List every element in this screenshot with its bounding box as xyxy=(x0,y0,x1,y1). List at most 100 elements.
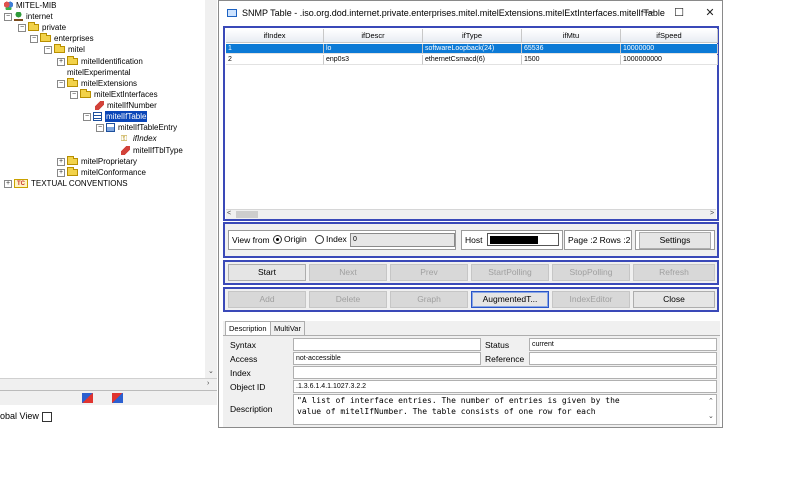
table-horizontal-scrollbar[interactable]: < > xyxy=(226,209,716,219)
host-input[interactable] xyxy=(487,233,559,246)
expand-icon[interactable]: + xyxy=(57,157,65,166)
scrollbar-thumb[interactable] xyxy=(236,211,258,218)
start-button[interactable]: Start xyxy=(228,264,306,281)
folder-icon xyxy=(67,56,78,65)
tree-node-mitel[interactable]: − mitel xyxy=(44,44,85,55)
index-value xyxy=(293,366,717,379)
collapse-icon[interactable]: − xyxy=(30,34,38,43)
index-radio[interactable]: Index xyxy=(315,234,347,245)
table-row[interactable]: 1 lo softwareLoopback(24) 65536 10000000 xyxy=(226,44,718,54)
cell-ifspeed[interactable]: 10000000 xyxy=(621,44,718,54)
tree-node-mitel-mib[interactable]: MITEL-MIB xyxy=(4,0,56,11)
cell-ifindex[interactable]: 2 xyxy=(226,55,324,65)
tree-node-mitelproprietary[interactable]: + mitelProprietary xyxy=(57,156,137,167)
tree-node-mitelextinterfaces[interactable]: − mitelExtInterfaces xyxy=(70,89,158,100)
maximize-button[interactable]: ☐ xyxy=(669,6,689,19)
tree-node-miteliftableentry[interactable]: − mitelIfTableEntry xyxy=(96,122,177,133)
cell-ifmtu[interactable]: 65536 xyxy=(522,44,621,54)
index-input[interactable]: 0 xyxy=(350,233,455,247)
cell-ifspeed[interactable]: 1000000000 xyxy=(621,55,718,65)
origin-radio[interactable]: Origin xyxy=(273,234,307,245)
global-view-toggle[interactable]: obal View xyxy=(0,409,52,423)
tree-node-internet[interactable]: − internet xyxy=(4,11,53,22)
cell-ifdescr[interactable]: lo xyxy=(324,44,423,54)
cell-iftype[interactable]: ethernetCsmacd(6) xyxy=(423,55,522,65)
radio-selected-icon[interactable] xyxy=(273,235,282,245)
polling-buttons-panel: Start Next Prev StartPolling StopPolling… xyxy=(223,260,719,285)
tree-horizontal-scrollbar[interactable]: › xyxy=(0,378,217,390)
expand-icon[interactable]: + xyxy=(57,168,65,177)
window-app-icon xyxy=(227,9,237,17)
collapse-icon[interactable]: − xyxy=(57,79,65,88)
prev-button[interactable]: Prev xyxy=(390,264,468,281)
collapse-icon[interactable]: − xyxy=(83,112,91,121)
global-view-checkbox[interactable] xyxy=(41,411,52,422)
scroll-left-icon[interactable]: < xyxy=(227,210,231,217)
radio-unselected-icon[interactable] xyxy=(315,235,324,245)
tab-multivar[interactable]: MultiVar xyxy=(270,321,305,335)
tree-node-mitelconformance[interactable]: + mitelConformance xyxy=(57,167,146,178)
collapse-icon[interactable]: − xyxy=(96,123,104,132)
table-row[interactable]: 2 enp0s3 ethernetCsmacd(6) 1500 10000000… xyxy=(226,55,718,65)
tab-description[interactable]: Description xyxy=(225,321,271,335)
scroll-down-icon[interactable]: ⌄ xyxy=(708,412,714,420)
column-header-ifindex[interactable]: ifIndex xyxy=(226,29,324,43)
access-value: not-accessible xyxy=(293,352,481,365)
window-title: SNMP Table - .iso.org.dod.internet.priva… xyxy=(242,8,665,18)
scroll-down-icon[interactable]: ⌄ xyxy=(208,367,214,375)
tree-toolbar xyxy=(0,390,217,405)
expand-icon[interactable]: + xyxy=(4,179,12,188)
status-label: Status xyxy=(485,340,510,350)
folder-icon xyxy=(67,78,78,87)
tree-vertical-scrollbar[interactable]: ⌄ xyxy=(205,0,217,390)
mib-tree[interactable]: MITEL-MIB − internet − private − enterpr… xyxy=(0,0,205,385)
scroll-up-icon[interactable]: ⌃ xyxy=(708,397,714,405)
view-from-panel: View from Origin Index 0 Host Page :2 Ro… xyxy=(223,222,719,258)
cell-ifmtu[interactable]: 1500 xyxy=(522,55,621,65)
collapse-icon[interactable]: − xyxy=(18,23,26,32)
mib-view-alt-icon[interactable] xyxy=(112,393,123,403)
host-value-redacted xyxy=(490,236,538,244)
tree-node-mitelifnumber[interactable]: mitelIfNumber xyxy=(95,100,157,111)
start-polling-button[interactable]: StartPolling xyxy=(471,264,549,281)
cell-ifdescr[interactable]: enp0s3 xyxy=(324,55,423,65)
tree-node-ifindex[interactable]: ⚿ ifIndex xyxy=(121,133,157,144)
scroll-right-icon[interactable]: › xyxy=(207,380,209,387)
add-button[interactable]: Add xyxy=(228,291,306,308)
graph-button[interactable]: Graph xyxy=(390,291,468,308)
tree-node-private[interactable]: − private xyxy=(18,22,66,33)
tree-node-enterprises[interactable]: − enterprises xyxy=(30,33,94,44)
close-button[interactable]: Close xyxy=(633,291,715,308)
collapse-icon[interactable]: − xyxy=(44,45,52,54)
tree-node-mitelexperimental[interactable]: mitelExperimental xyxy=(67,67,131,78)
tree-node-mitelidentification[interactable]: + mitelIdentification xyxy=(57,56,143,67)
tree-node-mitelextensions[interactable]: − mitelExtensions xyxy=(57,78,137,89)
tree-node-textual-conventions[interactable]: + TC TEXTUAL CONVENTIONS xyxy=(4,178,128,189)
expand-icon[interactable]: + xyxy=(57,57,65,66)
settings-button[interactable]: Settings xyxy=(639,232,711,249)
close-window-button[interactable]: ✕ xyxy=(700,6,720,19)
description-text[interactable]: "A list of interface entries. The number… xyxy=(293,394,717,425)
cell-iftype[interactable]: softwareLoopback(24) xyxy=(423,44,522,54)
tree-node-miteliftable[interactable]: − mitelIfTable xyxy=(83,111,148,122)
stop-polling-button[interactable]: StopPolling xyxy=(552,264,630,281)
minimize-button[interactable]: — xyxy=(639,6,659,18)
delete-button[interactable]: Delete xyxy=(309,291,387,308)
result-table-panel: ifIndex ifDescr ifType ifMtu ifSpeed 1 l… xyxy=(223,26,719,221)
collapse-icon[interactable]: − xyxy=(4,12,12,21)
mib-view-icon[interactable] xyxy=(82,393,93,403)
column-header-ifspeed[interactable]: ifSpeed xyxy=(621,29,718,43)
index-label: Index xyxy=(230,368,251,378)
collapse-icon[interactable]: − xyxy=(70,90,78,99)
tree-node-mitelifltbltype[interactable]: mitelIfTblType xyxy=(121,145,183,156)
scroll-right-icon[interactable]: > xyxy=(710,210,714,217)
syntax-label: Syntax xyxy=(230,340,256,350)
index-editor-button[interactable]: IndexEditor xyxy=(552,291,630,308)
column-header-iftype[interactable]: ifType xyxy=(423,29,522,43)
column-header-ifmtu[interactable]: ifMtu xyxy=(522,29,621,43)
cell-ifindex[interactable]: 1 xyxy=(226,44,324,54)
refresh-button[interactable]: Refresh xyxy=(633,264,715,281)
column-header-ifdescr[interactable]: ifDescr xyxy=(324,29,423,43)
augmented-table-button[interactable]: AugmentedT... xyxy=(471,291,549,308)
next-button[interactable]: Next xyxy=(309,264,387,281)
